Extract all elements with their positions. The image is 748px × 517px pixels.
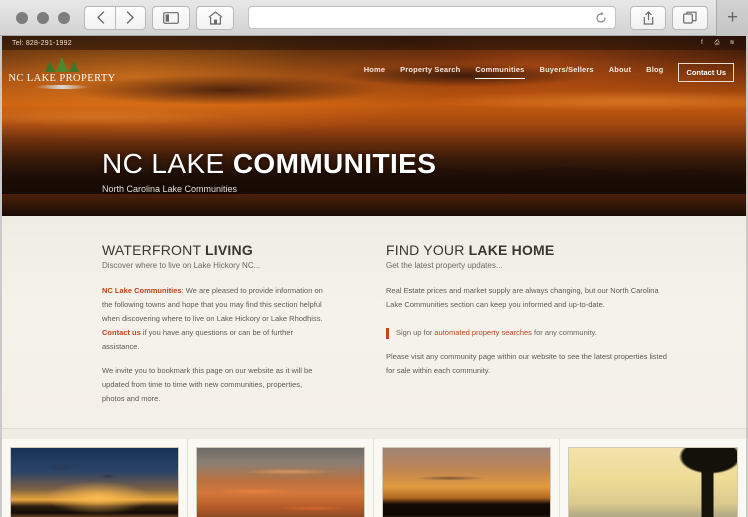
sidebar-icon [163,11,179,24]
maximize-window-button[interactable] [58,11,70,24]
nav-item-about[interactable]: About [609,65,631,79]
window-controls [6,11,78,24]
reload-button[interactable] [595,11,607,24]
community-cards: Anchors Landing Broadwater Landing Edgew… [2,429,746,517]
heading-light-part: WATERFRONT [102,242,206,258]
nc-lake-communities-link[interactable]: NC Lake Communities [102,286,182,295]
automated-property-searches-link[interactable]: automated property searches [434,328,532,337]
share-button[interactable] [630,5,666,30]
hero-heading-block: NC LAKE COMMUNITIES North Carolina Lake … [102,150,436,195]
social-links: f ⎙ ≋ [698,39,736,47]
tabs-icon [683,11,697,24]
intro-content: WATERFRONT LIVING Discover where to live… [2,216,746,429]
pine-trees-icon [45,55,79,72]
community-card[interactable]: Edgewater [374,439,560,517]
find-your-lake-home-heading: FIND YOUR LAKE HOME [386,242,676,258]
nav-item-communities[interactable]: Communities [475,65,525,79]
hero-banner: Tel: 828-291-1992 f ⎙ ≋ NC LAKE PROPERTY… [2,36,746,216]
heading-bold-part: LIVING [205,242,253,258]
rss-icon[interactable]: ≋ [728,39,736,47]
lake-dusk-image [383,448,550,517]
left-tagline: Discover where to live on Lake Hickory N… [102,261,261,270]
main-navigation: Home Property Search Communities Buyers/… [364,62,734,82]
card-thumbnail[interactable] [382,447,551,517]
community-card[interactable]: Anchors Landing [2,439,188,517]
hero-title: NC LAKE COMMUNITIES [102,150,436,178]
share-icon [643,10,653,25]
community-card[interactable]: Broadwater Landing [188,439,374,517]
heading-bold-part: LAKE HOME [468,242,555,258]
hero-title-light: NC LAKE [102,148,233,179]
facebook-icon[interactable]: f [698,39,706,47]
signup-post: for any community. [531,327,597,337]
card-thumbnail[interactable] [568,447,738,517]
right-paragraph-1: Real Estate prices and market supply are… [386,286,659,309]
right-column: FIND YOUR LAKE HOME Get the latest prope… [374,242,746,406]
fishing-silhouette-image [569,448,737,517]
reload-icon [596,11,606,23]
left-paragraph-2: We invite you to bookmark this page on o… [102,366,313,404]
nav-item-blog[interactable]: Blog [646,65,663,79]
chevron-right-icon [126,11,134,24]
signup-callout: Sign up for automated property searches … [386,327,676,339]
site-logo[interactable]: NC LAKE PROPERTY [8,55,115,89]
heading-light-part: FIND YOUR [386,242,469,258]
community-card[interactable]: Harbor Ridge [560,439,746,517]
left-paragraph-1: NC Lake Communities: We are pleased to p… [102,284,326,353]
back-button[interactable] [84,5,115,30]
hero-subtitle: North Carolina Lake Communities [102,184,238,194]
forward-button[interactable] [115,5,146,30]
new-tab-button[interactable]: + [716,0,748,36]
close-window-button[interactable] [16,11,28,24]
nav-item-home[interactable]: Home [364,65,385,79]
red-clouds-image [197,448,364,517]
card-thumbnail[interactable] [10,447,179,517]
waterfront-living-heading: WATERFRONT LIVING [102,242,326,258]
right-paragraph-2: Please visit any community page within o… [386,351,667,375]
minimize-window-button[interactable] [37,11,49,24]
left-column: WATERFRONT LIVING Discover where to live… [2,242,374,406]
show-tabs-button[interactable] [672,5,708,30]
logo-water-swoosh [34,85,90,89]
nav-item-property-search[interactable]: Property Search [400,65,460,79]
nav-item-buyers-sellers[interactable]: Buyers/Sellers [540,65,594,79]
address-bar[interactable] [248,6,616,29]
navigation-buttons [84,5,146,30]
contact-us-link[interactable]: Contact us [102,328,141,337]
hero-title-bold: COMMUNITIES [232,148,437,179]
browser-toolbar: + [0,0,748,36]
site-topbar: Tel: 828-291-1992 f ⎙ ≋ [2,36,746,50]
home-button[interactable] [196,5,234,30]
page-viewport: Tel: 828-291-1992 f ⎙ ≋ NC LAKE PROPERTY… [0,36,748,517]
callout-accent-bar [386,327,389,339]
signup-text: Sign up for automated property searches … [396,327,597,338]
sunset-lake-image [11,448,178,517]
sidebar-toggle-button[interactable] [152,5,190,30]
contact-us-button[interactable]: Contact Us [678,62,734,82]
chevron-left-icon [96,11,104,24]
new-tab-label: + [726,7,739,28]
hero-water [2,194,746,216]
print-icon[interactable]: ⎙ [713,39,721,47]
home-icon [208,10,222,25]
phone-number: Tel: 828-291-1992 [12,39,72,47]
signup-pre: Sign up for [396,327,435,337]
logo-text: NC LAKE PROPERTY [8,73,116,84]
site-navbar: NC LAKE PROPERTY Home Property Search Co… [2,50,746,94]
browser-window: + Tel: 828-291-1992 f ⎙ ≋ NC LAKE PROPER… [0,0,748,517]
right-tagline: Get the latest property updates... [386,261,503,270]
card-thumbnail[interactable] [196,447,365,517]
